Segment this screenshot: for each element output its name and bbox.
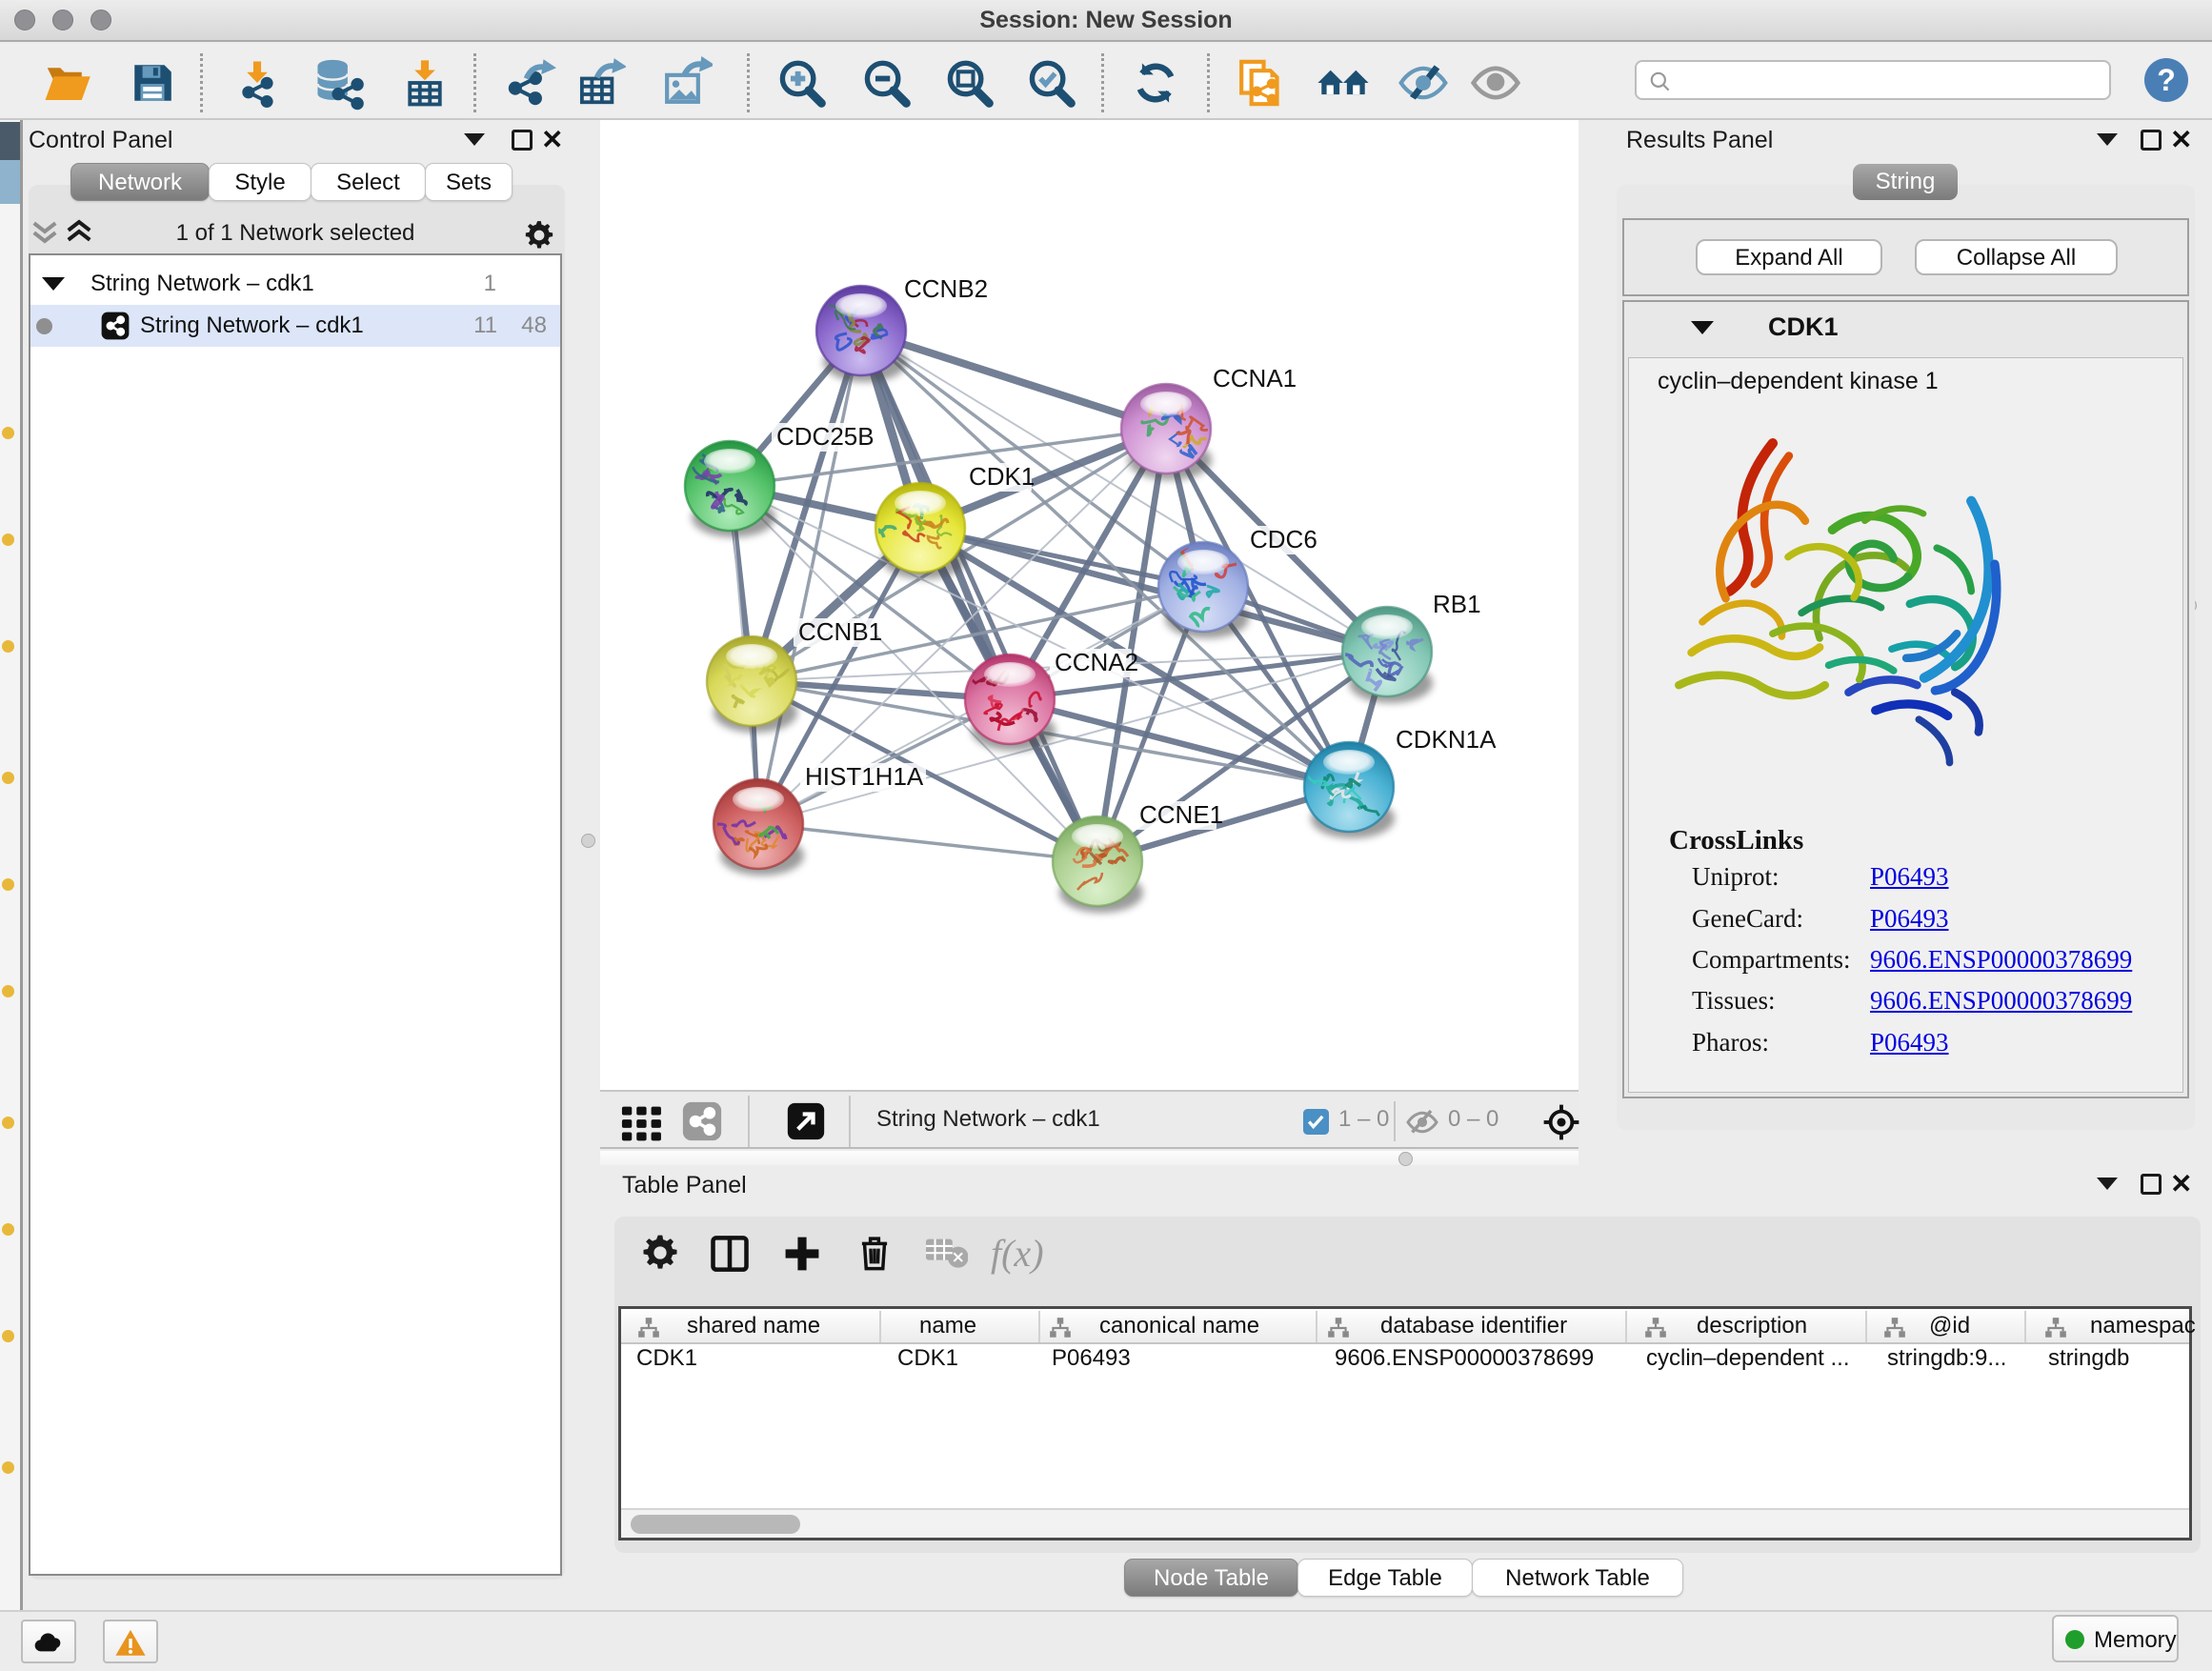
svg-text:CDC6: CDC6 <box>1250 525 1317 554</box>
svg-text:CCNE1: CCNE1 <box>1139 800 1223 829</box>
svg-text:CCNA1: CCNA1 <box>1213 364 1297 393</box>
svg-text:CDC25B: CDC25B <box>776 422 875 451</box>
svg-text:CCNB2: CCNB2 <box>904 274 988 303</box>
svg-text:HIST1H1A: HIST1H1A <box>805 762 924 791</box>
svg-text:RB1: RB1 <box>1433 590 1481 618</box>
svg-text:CDKN1A: CDKN1A <box>1396 725 1497 754</box>
svg-text:CDK1: CDK1 <box>969 462 1035 491</box>
svg-text:CCNB1: CCNB1 <box>798 617 882 646</box>
svg-text:CCNA2: CCNA2 <box>1055 648 1138 676</box>
